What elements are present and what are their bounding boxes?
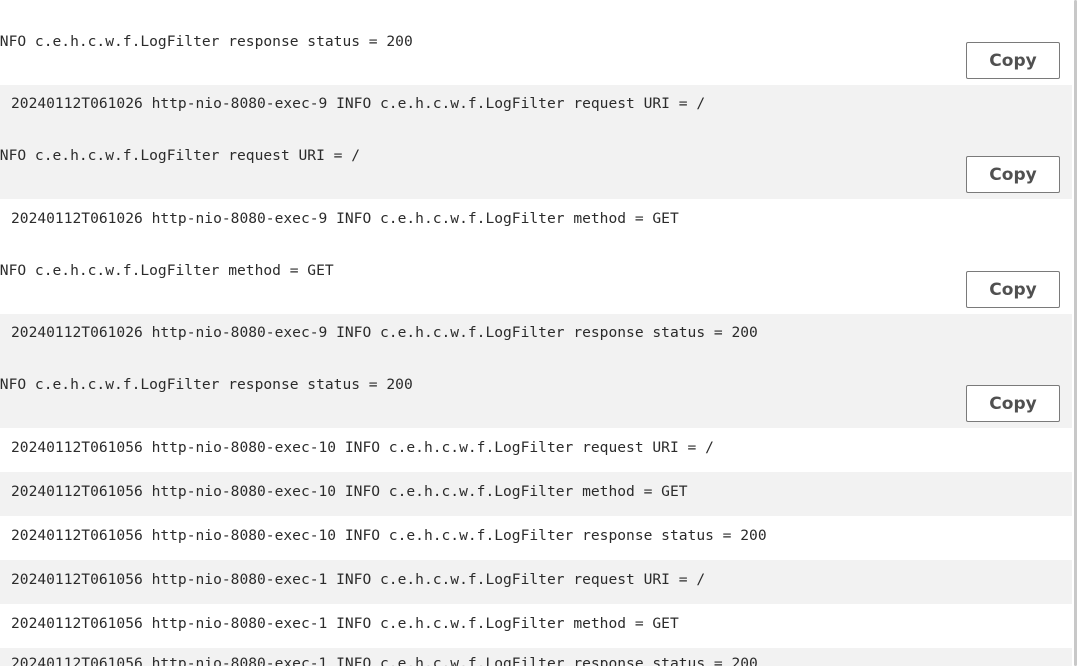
log-entry-expanded[interactable]: 20240112T061026 http-nio-8080-exec-9 INF…: [0, 314, 1072, 428]
log-entry-expanded[interactable]: 20240112T061026 http-nio-8080-exec-9 INF…: [0, 199, 1072, 314]
log-entry-detail: INFO c.e.h.c.w.f.LogFilter response stat…: [0, 33, 413, 50]
log-row-text: 20240112T061056 http-nio-8080-exec-1 INF…: [11, 571, 706, 588]
log-row[interactable]: 20240112T061056 http-nio-8080-exec-1 INF…: [0, 560, 1072, 604]
log-viewer: INFO c.e.h.c.w.f.LogFilter response stat…: [0, 0, 1072, 666]
log-entry-summary: 20240112T061026 http-nio-8080-exec-9 INF…: [11, 210, 679, 227]
scrollbar-thumb[interactable]: [1074, 0, 1077, 666]
scrollbar[interactable]: [1072, 0, 1083, 666]
log-row-text: 20240112T061056 http-nio-8080-exec-10 IN…: [11, 527, 767, 544]
log-entry-detail: INFO c.e.h.c.w.f.LogFilter method = GET: [0, 262, 334, 279]
log-entry-detail: INFO c.e.h.c.w.f.LogFilter response stat…: [0, 376, 413, 393]
copy-button[interactable]: Copy: [966, 156, 1060, 193]
log-row-text: 20240112T061056 http-nio-8080-exec-1 INF…: [11, 655, 758, 666]
log-row-text: 20240112T061056 http-nio-8080-exec-10 IN…: [11, 439, 714, 456]
copy-button[interactable]: Copy: [966, 385, 1060, 422]
log-row-text: 20240112T061056 http-nio-8080-exec-1 INF…: [11, 615, 679, 632]
log-row-text: 20240112T061056 http-nio-8080-exec-10 IN…: [11, 483, 688, 500]
log-entry-summary: 20240112T061026 http-nio-8080-exec-9 INF…: [11, 95, 706, 112]
log-entry-expanded[interactable]: INFO c.e.h.c.w.f.LogFilter response stat…: [0, 0, 1072, 85]
log-entry-detail: INFO c.e.h.c.w.f.LogFilter request URI =…: [0, 147, 361, 164]
log-row[interactable]: 20240112T061056 http-nio-8080-exec-10 IN…: [0, 516, 1072, 560]
log-entry-summary: 20240112T061026 http-nio-8080-exec-9 INF…: [11, 324, 758, 341]
copy-button[interactable]: Copy: [966, 271, 1060, 308]
log-entry-expanded[interactable]: 20240112T061026 http-nio-8080-exec-9 INF…: [0, 85, 1072, 199]
log-row[interactable]: 20240112T061056 http-nio-8080-exec-1 INF…: [0, 648, 1072, 666]
log-row[interactable]: 20240112T061056 http-nio-8080-exec-10 IN…: [0, 428, 1072, 472]
log-row[interactable]: 20240112T061056 http-nio-8080-exec-1 INF…: [0, 604, 1072, 648]
copy-button[interactable]: Copy: [966, 42, 1060, 79]
log-row[interactable]: 20240112T061056 http-nio-8080-exec-10 IN…: [0, 472, 1072, 516]
